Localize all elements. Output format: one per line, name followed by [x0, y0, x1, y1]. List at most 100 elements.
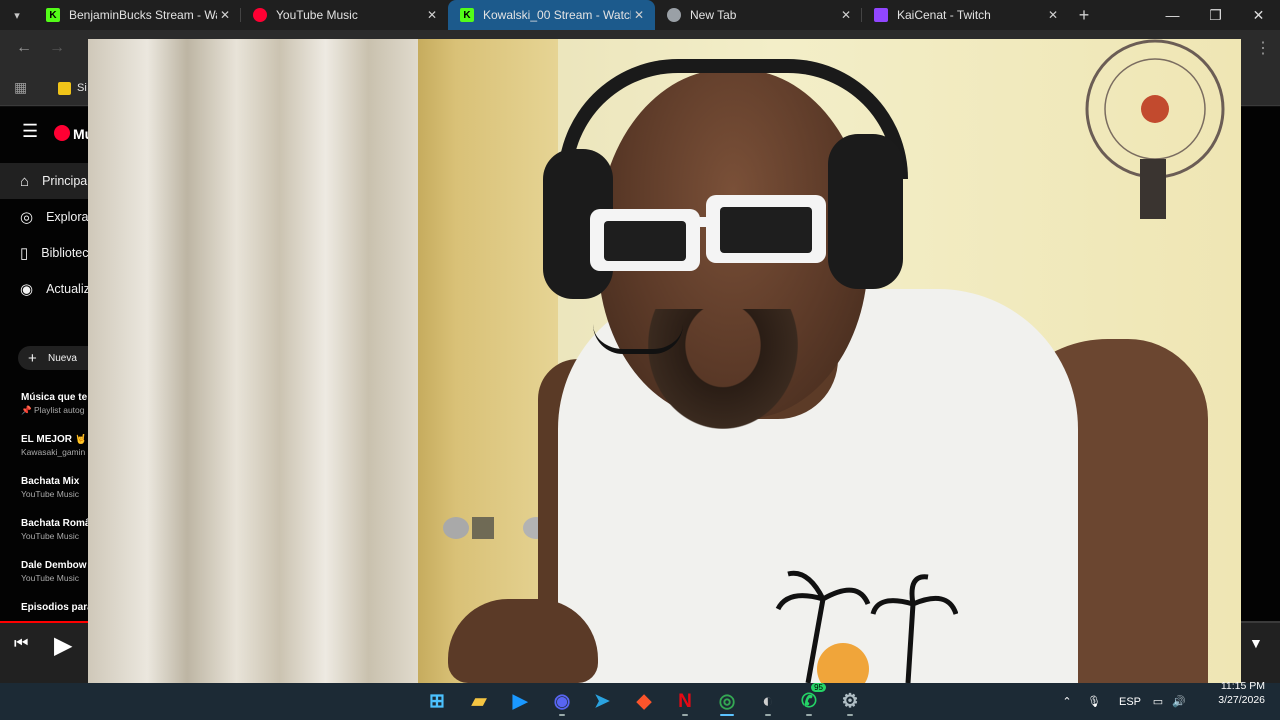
restore-icon: ❐ [1209, 6, 1222, 23]
tab-title: KaiCenat - Twitch [897, 8, 991, 22]
file-explorer-icon: ▰ [471, 691, 487, 712]
tab-search-button[interactable]: ▾ [0, 0, 34, 30]
tab-title: Kowalski_00 Stream - Watch [483, 8, 631, 22]
volume-icon[interactable]: 🔊 [1168, 695, 1190, 708]
playlist-item[interactable]: Bachata Mix YouTube Music [21, 476, 88, 499]
playlist-title: Bachata Român [21, 518, 88, 529]
microphone-icon[interactable]: 🎙 [1076, 695, 1112, 708]
taskbar-app-4[interactable]: ➤ [587, 683, 617, 720]
kick-icon: K [460, 8, 474, 22]
tabs: K BenjaminBucks Stream - Wa ✕ YouTube Music… [34, 0, 1069, 30]
language-indicator[interactable]: ESP [1112, 696, 1148, 708]
desktop: ▾ K BenjaminBucks Stream - Wa ✕ YouTube Mus… [0, 0, 1280, 720]
clock-time: 11:15 PM [1220, 680, 1265, 692]
playlist-item[interactable]: Música que te 📌 Playlist autog [21, 392, 88, 416]
sidebar-item-2[interactable]: ▯ Biblioteca [0, 235, 95, 271]
video-wall-fan [1085, 39, 1225, 219]
tab-3[interactable]: New Tab ✕ [655, 0, 862, 30]
playlist-item[interactable]: Episodios para [21, 602, 88, 615]
taskbar-app-1[interactable]: ▰ [464, 683, 494, 720]
playlist-item[interactable]: Dale Dembow YouTube Music [21, 560, 88, 583]
taskbar-app-7[interactable]: ◎ [712, 683, 742, 720]
sidebar-item-label: Explorar [46, 210, 93, 224]
brave-icon: ◆ [636, 691, 652, 712]
tab-2[interactable]: K Kowalski_00 Stream - Watch ✕ [448, 0, 655, 30]
more-menu-icon[interactable]: ⋮ [1255, 38, 1271, 58]
video-hand [448, 599, 598, 683]
running-indicator [765, 714, 771, 716]
taskbar-app-5[interactable]: ◆ [629, 683, 659, 720]
playlist-subtitle: YouTube Music [21, 489, 79, 499]
video-earcup-right [828, 134, 903, 289]
taskbar-app-2[interactable]: ▶ [505, 683, 535, 720]
discord-icon: ◉ [553, 691, 571, 712]
previous-track-icon[interactable]: ⏮ [14, 635, 28, 653]
tab-close-icon[interactable]: ✕ [631, 8, 647, 22]
network-icon[interactable]: ▭ [1148, 695, 1168, 708]
tab-0[interactable]: K BenjaminBucks Stream - Wa ✕ [34, 0, 241, 30]
tab-title: BenjaminBucks Stream - Wa [69, 8, 217, 22]
sidebar-item-0[interactable]: ⌂ Principal [0, 163, 90, 199]
youtube-music-logo-icon [54, 125, 70, 141]
progress-fill [0, 621, 90, 623]
tab-1[interactable]: YouTube Music ✕ [241, 0, 448, 30]
running-indicator [806, 714, 812, 716]
minimize-button[interactable]: — [1151, 0, 1194, 30]
close-icon: ✕ [1252, 6, 1265, 23]
settings-icon: ⚙ [841, 691, 859, 712]
back-arrow-icon[interactable]: ← [16, 39, 32, 57]
running-indicator [720, 714, 734, 716]
play-icon[interactable]: ▶ [54, 631, 72, 660]
forward-arrow-icon[interactable]: → [49, 39, 65, 57]
bookmark-label[interactable]: Si [77, 82, 87, 94]
playlist-item[interactable]: EL MEJOR 🤘 Kawasaki_gamin [21, 434, 88, 457]
new-tab-button[interactable]: + [1069, 5, 1099, 26]
running-indicator [559, 714, 565, 716]
taskbar-app-10[interactable]: ⚙ [835, 683, 865, 720]
video-doorknob [443, 517, 549, 539]
apps-grid-icon[interactable]: ▦ [14, 79, 27, 96]
tab-close-icon[interactable]: ✕ [1045, 8, 1061, 22]
tab-close-icon[interactable]: ✕ [217, 8, 233, 22]
playlist-subtitle: YouTube Music [21, 573, 79, 583]
hamburger-menu-icon[interactable]: ☰ [22, 121, 38, 142]
taskbar-app-9[interactable]: ✆ 95 [794, 683, 826, 720]
tab-close-icon[interactable]: ✕ [424, 8, 440, 22]
taskbar-app-6[interactable]: N [670, 683, 700, 720]
video-shirt-print [775, 570, 958, 683]
whatsapp-icon: ✆ [801, 691, 817, 712]
expand-player-icon[interactable]: ▼ [1249, 635, 1263, 651]
chevron-up-icon[interactable]: ⌃ [1058, 695, 1076, 708]
plus-icon: + [28, 349, 37, 367]
playlist-item[interactable]: Bachata Român YouTube Music [21, 518, 88, 541]
clock-date: 3/27/2026 [1218, 694, 1265, 706]
video-curtain [88, 39, 418, 683]
tab-4[interactable]: KaiCenat - Twitch ✕ [862, 0, 1069, 30]
restore-button[interactable]: ❐ [1194, 0, 1237, 30]
video-white-sunglasses [590, 195, 826, 271]
system-tray: ⌃ 🎙 ESP ▭ 🔊 [1058, 683, 1190, 720]
close-window-button[interactable]: ✕ [1237, 0, 1280, 30]
twitch-icon [874, 8, 888, 22]
taskbar-app-3[interactable]: ◉ [547, 683, 577, 720]
telegram-icon: ➤ [594, 691, 610, 712]
running-indicator [847, 714, 853, 716]
playlist-title: Bachata Mix [21, 476, 80, 487]
taskbar-clock[interactable]: 11:15 PM 3/27/2026 [1218, 679, 1265, 707]
home-icon: ⌂ [20, 172, 30, 190]
netflix-icon: N [678, 690, 692, 712]
playlist-subtitle: Kawasaki_gamin [21, 447, 86, 457]
sidebar-item-3[interactable]: ◉ Actualizar [0, 271, 101, 307]
obs-icon: ◐ [762, 690, 774, 712]
browser-tab-strip: ▾ K BenjaminBucks Stream - Wa ✕ YouTube Mus… [0, 0, 1280, 30]
taskbar: ⊞ ▰ ▶ ◉ ➤ ◆ N ◎ ◐ ✆ 95 ⚙ ⌃ 🎙 ESP ▭ 🔊 [0, 683, 1280, 720]
sidebar-item-1[interactable]: ◎ Explorar [0, 199, 93, 235]
kick-icon: K [46, 8, 60, 22]
youtube-music-icon [253, 8, 267, 22]
ytm-right-panel [1241, 110, 1280, 621]
tab-close-icon[interactable]: ✕ [838, 8, 854, 22]
stream-video-overlay[interactable] [88, 39, 1241, 683]
taskbar-app-0[interactable]: ⊞ [422, 683, 452, 720]
notification-badge: 95 [811, 683, 826, 692]
taskbar-app-8[interactable]: ◐ [753, 683, 783, 720]
